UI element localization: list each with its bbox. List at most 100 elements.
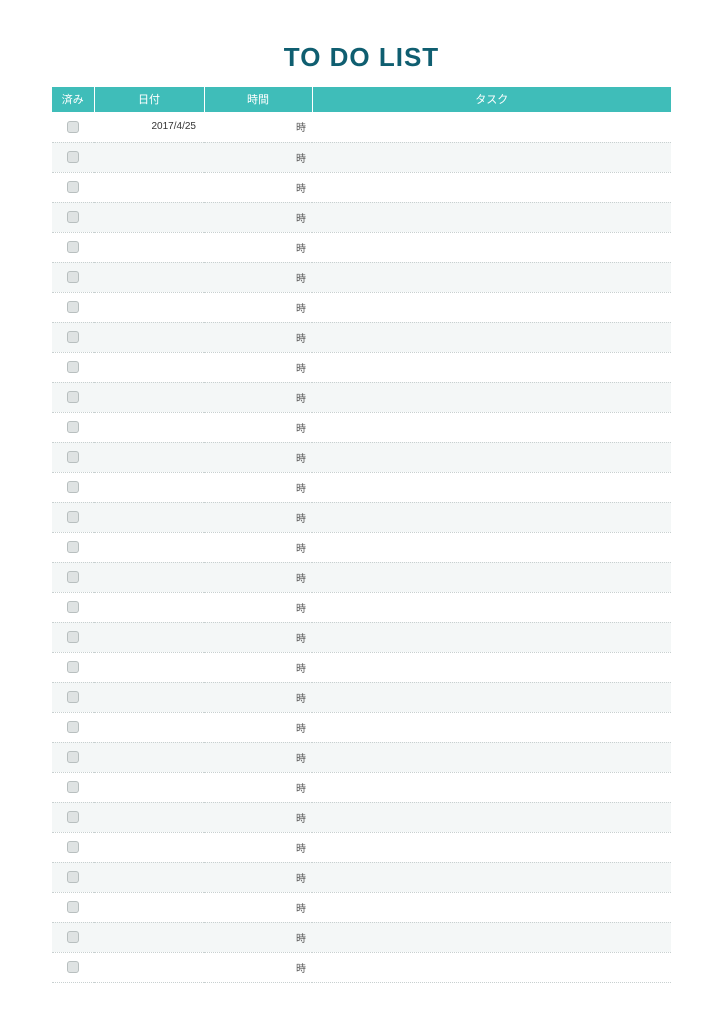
- date-cell[interactable]: [94, 322, 204, 352]
- date-cell[interactable]: 2017/4/25: [94, 112, 204, 142]
- time-cell[interactable]: 時: [204, 952, 312, 982]
- task-cell[interactable]: [312, 142, 671, 172]
- done-checkbox[interactable]: [67, 421, 79, 433]
- time-cell[interactable]: 時: [204, 322, 312, 352]
- time-cell[interactable]: 時: [204, 232, 312, 262]
- done-checkbox[interactable]: [67, 901, 79, 913]
- time-cell[interactable]: 時: [204, 502, 312, 532]
- task-cell[interactable]: [312, 802, 671, 832]
- time-cell[interactable]: 時: [204, 292, 312, 322]
- time-cell[interactable]: 時: [204, 772, 312, 802]
- done-checkbox[interactable]: [67, 541, 79, 553]
- done-checkbox[interactable]: [67, 811, 79, 823]
- time-cell[interactable]: 時: [204, 172, 312, 202]
- time-cell[interactable]: 時: [204, 532, 312, 562]
- time-cell[interactable]: 時: [204, 112, 312, 142]
- task-cell[interactable]: [312, 832, 671, 862]
- task-cell[interactable]: [312, 382, 671, 412]
- task-cell[interactable]: [312, 682, 671, 712]
- time-cell[interactable]: 時: [204, 862, 312, 892]
- date-cell[interactable]: [94, 412, 204, 442]
- time-cell[interactable]: 時: [204, 412, 312, 442]
- task-cell[interactable]: [312, 562, 671, 592]
- task-cell[interactable]: [312, 112, 671, 142]
- time-cell[interactable]: 時: [204, 142, 312, 172]
- date-cell[interactable]: [94, 622, 204, 652]
- time-cell[interactable]: 時: [204, 262, 312, 292]
- task-cell[interactable]: [312, 502, 671, 532]
- task-cell[interactable]: [312, 322, 671, 352]
- task-cell[interactable]: [312, 742, 671, 772]
- task-cell[interactable]: [312, 172, 671, 202]
- task-cell[interactable]: [312, 472, 671, 502]
- done-checkbox[interactable]: [67, 841, 79, 853]
- date-cell[interactable]: [94, 232, 204, 262]
- task-cell[interactable]: [312, 442, 671, 472]
- time-cell[interactable]: 時: [204, 352, 312, 382]
- time-cell[interactable]: 時: [204, 442, 312, 472]
- done-checkbox[interactable]: [67, 931, 79, 943]
- date-cell[interactable]: [94, 562, 204, 592]
- task-cell[interactable]: [312, 952, 671, 982]
- task-cell[interactable]: [312, 352, 671, 382]
- done-checkbox[interactable]: [67, 631, 79, 643]
- done-checkbox[interactable]: [67, 871, 79, 883]
- done-checkbox[interactable]: [67, 181, 79, 193]
- time-cell[interactable]: 時: [204, 562, 312, 592]
- date-cell[interactable]: [94, 502, 204, 532]
- task-cell[interactable]: [312, 772, 671, 802]
- done-checkbox[interactable]: [67, 511, 79, 523]
- time-cell[interactable]: 時: [204, 922, 312, 952]
- done-checkbox[interactable]: [67, 751, 79, 763]
- done-checkbox[interactable]: [67, 301, 79, 313]
- date-cell[interactable]: [94, 292, 204, 322]
- done-checkbox[interactable]: [67, 721, 79, 733]
- task-cell[interactable]: [312, 202, 671, 232]
- task-cell[interactable]: [312, 232, 671, 262]
- date-cell[interactable]: [94, 592, 204, 622]
- done-checkbox[interactable]: [67, 601, 79, 613]
- time-cell[interactable]: 時: [204, 682, 312, 712]
- task-cell[interactable]: [312, 592, 671, 622]
- done-checkbox[interactable]: [67, 781, 79, 793]
- time-cell[interactable]: 時: [204, 802, 312, 832]
- done-checkbox[interactable]: [67, 961, 79, 973]
- done-checkbox[interactable]: [67, 571, 79, 583]
- time-cell[interactable]: 時: [204, 382, 312, 412]
- done-checkbox[interactable]: [67, 661, 79, 673]
- done-checkbox[interactable]: [67, 241, 79, 253]
- done-checkbox[interactable]: [67, 691, 79, 703]
- time-cell[interactable]: 時: [204, 622, 312, 652]
- done-checkbox[interactable]: [67, 481, 79, 493]
- done-checkbox[interactable]: [67, 211, 79, 223]
- date-cell[interactable]: [94, 262, 204, 292]
- task-cell[interactable]: [312, 532, 671, 562]
- date-cell[interactable]: [94, 892, 204, 922]
- task-cell[interactable]: [312, 262, 671, 292]
- time-cell[interactable]: 時: [204, 892, 312, 922]
- time-cell[interactable]: 時: [204, 202, 312, 232]
- done-checkbox[interactable]: [67, 151, 79, 163]
- date-cell[interactable]: [94, 442, 204, 472]
- date-cell[interactable]: [94, 712, 204, 742]
- date-cell[interactable]: [94, 772, 204, 802]
- task-cell[interactable]: [312, 652, 671, 682]
- date-cell[interactable]: [94, 172, 204, 202]
- done-checkbox[interactable]: [67, 121, 79, 133]
- task-cell[interactable]: [312, 412, 671, 442]
- date-cell[interactable]: [94, 202, 204, 232]
- task-cell[interactable]: [312, 622, 671, 652]
- task-cell[interactable]: [312, 892, 671, 922]
- date-cell[interactable]: [94, 952, 204, 982]
- done-checkbox[interactable]: [67, 331, 79, 343]
- done-checkbox[interactable]: [67, 451, 79, 463]
- task-cell[interactable]: [312, 862, 671, 892]
- time-cell[interactable]: 時: [204, 592, 312, 622]
- date-cell[interactable]: [94, 652, 204, 682]
- date-cell[interactable]: [94, 742, 204, 772]
- time-cell[interactable]: 時: [204, 832, 312, 862]
- date-cell[interactable]: [94, 142, 204, 172]
- date-cell[interactable]: [94, 802, 204, 832]
- task-cell[interactable]: [312, 292, 671, 322]
- date-cell[interactable]: [94, 472, 204, 502]
